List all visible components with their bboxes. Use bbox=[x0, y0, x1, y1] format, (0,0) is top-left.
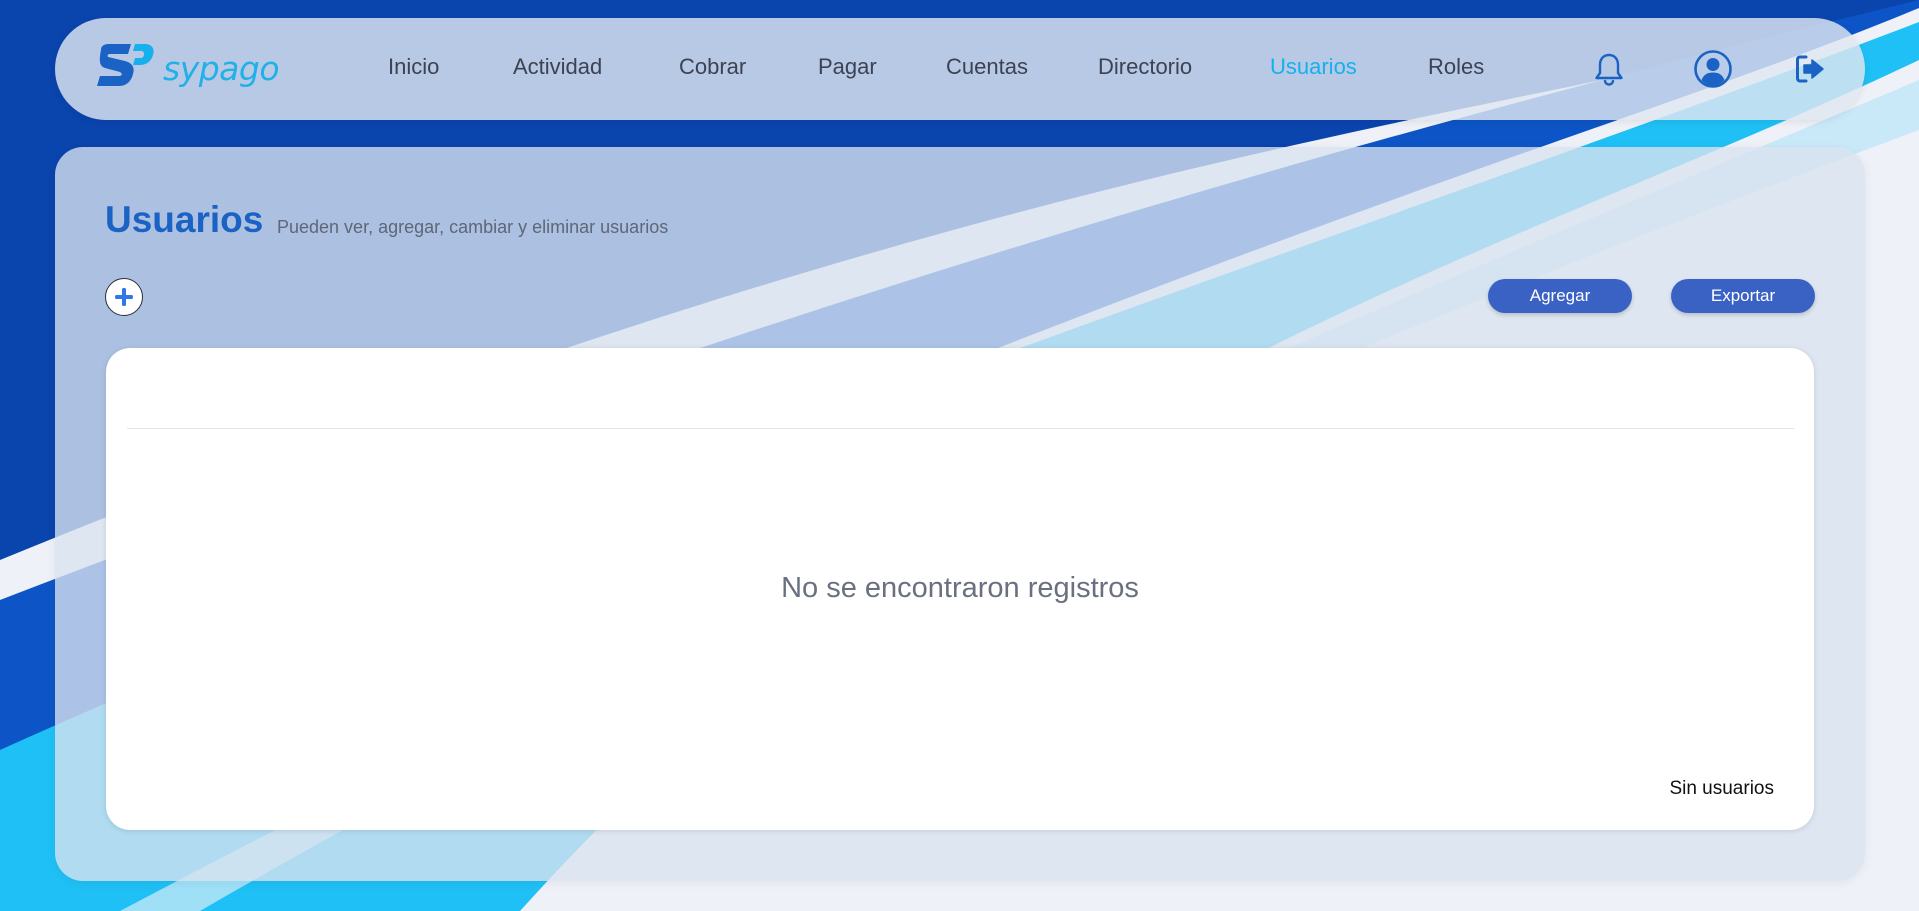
nav-item-actividad[interactable]: Actividad bbox=[513, 54, 602, 80]
nav-item-directorio[interactable]: Directorio bbox=[1098, 54, 1192, 80]
export-button[interactable]: Exportar bbox=[1671, 279, 1815, 313]
table-header-divider bbox=[127, 428, 1794, 429]
nav-item-cuentas[interactable]: Cuentas bbox=[946, 54, 1028, 80]
page-subtitle: Pueden ver, agregar, cambiar y eliminar … bbox=[277, 217, 669, 237]
nav-item-roles[interactable]: Roles bbox=[1428, 54, 1484, 80]
nav-item-cobrar[interactable]: Cobrar bbox=[679, 54, 746, 80]
user-circle-icon[interactable] bbox=[1693, 49, 1733, 94]
logout-icon[interactable] bbox=[1795, 54, 1825, 89]
add-button[interactable]: Agregar bbox=[1488, 279, 1632, 313]
nav-item-pagar[interactable]: Pagar bbox=[818, 54, 877, 80]
nav-item-usuarios[interactable]: Usuarios bbox=[1270, 54, 1357, 80]
table-footer-count: Sin usuarios bbox=[1669, 778, 1774, 799]
sypago-logo-mark bbox=[97, 44, 154, 86]
nav-item-inicio[interactable]: Inicio bbox=[388, 54, 439, 80]
bell-icon[interactable] bbox=[1593, 52, 1625, 91]
empty-state-message: No se encontraron registros bbox=[781, 572, 1139, 604]
plus-circle-icon bbox=[115, 288, 133, 306]
page-title: Usuarios bbox=[105, 199, 264, 240]
sypago-logo[interactable]: sypago bbox=[97, 42, 280, 94]
users-card: Usuarios Pueden ver, agregar, cambiar y … bbox=[55, 147, 1865, 881]
add-user-icon-button[interactable] bbox=[105, 278, 143, 316]
top-navbar: sypago Inicio Actividad Cobrar Pagar Cue… bbox=[55, 18, 1865, 120]
users-table: No se encontraron registros Sin usuarios bbox=[106, 348, 1814, 830]
brand-name: sypago bbox=[163, 48, 280, 88]
